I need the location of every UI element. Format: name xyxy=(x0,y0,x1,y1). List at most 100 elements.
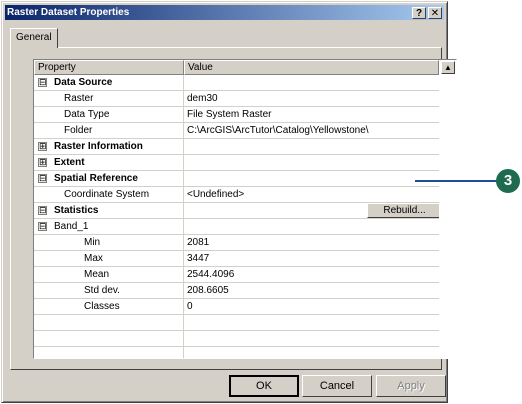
property-value: dem30 xyxy=(187,93,218,104)
value-cell[interactable]: 2544.4096 xyxy=(184,267,439,282)
cancel-button[interactable]: Cancel xyxy=(302,375,372,397)
property-label: Data Source xyxy=(54,77,113,88)
property-label: Std dev. xyxy=(84,285,120,296)
property-value: File System Raster xyxy=(187,109,272,120)
header-property[interactable]: Property xyxy=(34,60,184,75)
property-row[interactable]: ⊞ Extent xyxy=(34,155,439,171)
property-label: Mean xyxy=(84,269,110,280)
collapse-icon[interactable]: ⊟ xyxy=(38,206,47,215)
value-cell[interactable] xyxy=(184,219,439,234)
property-row[interactable]: Max 3447 xyxy=(34,251,439,267)
value-cell[interactable] xyxy=(184,139,439,154)
property-cell: Folder xyxy=(34,123,184,138)
value-cell[interactable]: dem30 xyxy=(184,91,439,106)
value-cell[interactable]: 2081 xyxy=(184,235,439,250)
property-cell: ⊞ Extent xyxy=(34,155,184,170)
value-cell[interactable]: 208.6605 xyxy=(184,283,439,298)
property-row[interactable]: Std dev. 208.6605 xyxy=(34,283,439,299)
property-label: Statistics xyxy=(54,205,99,216)
property-label: Min xyxy=(84,237,101,248)
property-label: Folder xyxy=(64,125,93,136)
apply-button[interactable]: Apply xyxy=(376,375,446,397)
property-row[interactable]: Mean 2544.4096 xyxy=(34,267,439,283)
value-cell[interactable]: Rebuild...Export... xyxy=(184,203,439,218)
property-label: Raster xyxy=(64,93,94,104)
property-value: 0 xyxy=(187,301,193,312)
tab-general[interactable]: General xyxy=(10,28,58,48)
ok-button[interactable]: OK xyxy=(229,375,299,397)
empty-row xyxy=(34,315,439,331)
property-cell: Raster xyxy=(34,91,184,106)
empty-row xyxy=(34,331,439,347)
property-value: C:\ArcGIS\ArcTutor\Catalog\Yellowstone\ xyxy=(187,125,369,136)
collapse-icon[interactable]: ⊟ xyxy=(38,78,47,87)
property-row[interactable]: Classes 0 xyxy=(34,299,439,315)
collapse-icon[interactable]: ⊟ xyxy=(38,174,47,183)
property-cell: Data Type xyxy=(34,107,184,122)
value-cell[interactable]: C:\ArcGIS\ArcTutor\Catalog\Yellowstone\ xyxy=(184,123,439,138)
property-value: 2081 xyxy=(187,237,210,248)
property-row[interactable]: Raster dem30 xyxy=(34,91,439,107)
property-label: Classes xyxy=(84,301,120,312)
empty-row xyxy=(34,347,439,358)
property-row[interactable]: ⊟ Spatial Reference Edit... xyxy=(34,171,439,187)
property-row[interactable]: ⊟ Statistics Rebuild...Export... xyxy=(34,203,439,219)
property-cell xyxy=(34,331,184,346)
property-cell xyxy=(34,347,184,358)
value-cell xyxy=(184,347,439,358)
property-cell: Classes xyxy=(34,299,184,314)
property-value: 208.6605 xyxy=(187,285,229,296)
value-cell[interactable] xyxy=(184,75,439,90)
callout-step-badge: 3 xyxy=(496,169,520,193)
property-cell: ⊟ Band_1 xyxy=(34,219,184,234)
property-cell xyxy=(34,315,184,330)
close-icon[interactable]: ✕ xyxy=(428,7,442,19)
property-cell: Max xyxy=(34,251,184,266)
property-label: Data Type xyxy=(64,109,110,120)
property-cell: Coordinate System xyxy=(34,187,184,202)
value-cell[interactable]: File System Raster xyxy=(184,107,439,122)
property-row[interactable]: ⊟ Data Source xyxy=(34,75,439,91)
header-value[interactable]: Value xyxy=(184,60,439,75)
property-cell: ⊟ Statistics xyxy=(34,203,184,218)
value-cell[interactable]: 0 xyxy=(184,299,439,314)
property-cell: Std dev. xyxy=(34,283,184,298)
property-cell: ⊟ Spatial Reference xyxy=(34,171,184,186)
property-row[interactable]: Data Type File System Raster xyxy=(34,107,439,123)
property-value: <Undefined> xyxy=(187,189,245,200)
rebuild-button[interactable]: Rebuild... xyxy=(367,203,439,218)
expand-icon[interactable]: ⊞ xyxy=(38,158,47,167)
property-label: Extent xyxy=(54,157,85,168)
scroll-up-icon[interactable]: ▲ xyxy=(441,61,455,74)
property-label: Max xyxy=(84,253,103,264)
property-row[interactable]: ⊟ Band_1 xyxy=(34,219,439,235)
property-cell: Mean xyxy=(34,267,184,282)
help-icon[interactable]: ? xyxy=(412,7,426,19)
property-cell: Min xyxy=(34,235,184,250)
property-row[interactable]: ⊞ Raster Information xyxy=(34,139,439,155)
property-value: 3447 xyxy=(187,253,210,264)
property-cell: ⊟ Data Source xyxy=(34,75,184,90)
property-row[interactable]: Folder C:\ArcGIS\ArcTutor\Catalog\Yellows… xyxy=(34,123,439,139)
property-row[interactable]: Coordinate System <Undefined> xyxy=(34,187,439,203)
title-bar: Raster Dataset Properties ? ✕ xyxy=(5,5,444,20)
value-cell[interactable]: <Undefined> xyxy=(184,187,439,202)
value-cell[interactable]: 3447 xyxy=(184,251,439,266)
collapse-icon[interactable]: ⊟ xyxy=(38,222,47,231)
window-title: Raster Dataset Properties xyxy=(7,7,130,18)
property-label: Spatial Reference xyxy=(54,173,138,184)
value-cell[interactable] xyxy=(184,155,439,170)
value-cell xyxy=(184,331,439,346)
value-cell[interactable]: Edit... xyxy=(184,171,439,186)
property-rows: ⊟ Data Source Raster dem30 Data Type File Sys… xyxy=(34,75,439,358)
property-cell: ⊞ Raster Information xyxy=(34,139,184,154)
expand-icon[interactable]: ⊞ xyxy=(38,142,47,151)
property-value: 2544.4096 xyxy=(187,269,235,280)
property-label: Band_1 xyxy=(54,221,89,232)
property-label: Raster Information xyxy=(54,141,143,152)
value-cell xyxy=(184,315,439,330)
property-grid: Property Value ▲ ⊟ Data Source Raster dem30… xyxy=(33,59,457,359)
property-row[interactable]: Min 2081 xyxy=(34,235,439,251)
property-label: Coordinate System xyxy=(64,189,150,200)
callout-pointer-line xyxy=(415,180,497,182)
